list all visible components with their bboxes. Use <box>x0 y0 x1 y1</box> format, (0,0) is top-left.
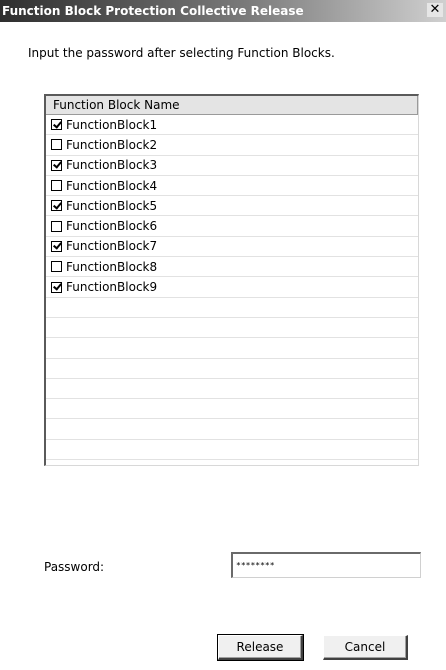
list-item[interactable]: FunctionBlock3 <box>46 156 418 176</box>
checkbox-unchecked[interactable] <box>51 220 62 232</box>
list-item[interactable]: FunctionBlock6 <box>46 216 418 237</box>
list-item[interactable]: FunctionBlock5 <box>46 196 418 217</box>
list-item-label: FunctionBlock5 <box>66 198 158 213</box>
checkbox-unchecked[interactable] <box>51 139 62 151</box>
empty-row <box>46 338 418 359</box>
list-item[interactable]: FunctionBlock2 <box>46 135 418 156</box>
checkbox-checked[interactable] <box>51 119 62 131</box>
list-item-label: FunctionBlock4 <box>66 178 158 193</box>
checkbox-checked[interactable] <box>51 281 62 293</box>
empty-row <box>46 440 418 461</box>
list-item[interactable]: FunctionBlock4 <box>46 176 418 197</box>
title-bar[interactable]: Function Block Protection Collective Rel… <box>0 0 446 22</box>
checkbox-checked[interactable] <box>51 159 62 171</box>
list-item[interactable]: FunctionBlock8 <box>46 257 418 278</box>
list-item-label: FunctionBlock6 <box>66 219 158 234</box>
checkbox-unchecked[interactable] <box>51 180 62 192</box>
list-item-label: FunctionBlock1 <box>66 117 158 132</box>
empty-row <box>46 359 418 379</box>
checkbox-checked[interactable] <box>51 200 62 212</box>
list-item[interactable]: FunctionBlock1 <box>46 115 418 136</box>
list-item-label: FunctionBlock9 <box>66 280 158 295</box>
column-header-function-block-name[interactable]: Function Block Name <box>46 96 418 115</box>
empty-row <box>46 419 418 440</box>
instruction-text: Input the password after selecting Funct… <box>28 46 335 60</box>
password-label: Password: <box>44 560 105 574</box>
list-item[interactable]: FunctionBlock9 <box>46 277 418 298</box>
list-item-label: FunctionBlock7 <box>66 239 158 254</box>
release-button[interactable]: Release <box>217 634 304 661</box>
window-title: Function Block Protection Collective Rel… <box>2 4 304 18</box>
list-rows: FunctionBlock1 FunctionBlock2 FunctionBloc… <box>46 115 418 461</box>
checkbox-checked[interactable] <box>51 240 62 252</box>
close-icon[interactable]: ✕ <box>427 3 443 17</box>
list-item[interactable]: FunctionBlock7 <box>46 237 418 258</box>
empty-row <box>46 399 418 420</box>
list-item-label: FunctionBlock2 <box>66 137 158 152</box>
cancel-button[interactable]: Cancel <box>323 635 408 660</box>
function-block-list[interactable]: Function Block Name FunctionBlock1 Functi… <box>44 94 419 466</box>
list-item-label: FunctionBlock3 <box>66 158 158 173</box>
checkbox-unchecked[interactable] <box>51 261 62 273</box>
list-item-label: FunctionBlock8 <box>66 259 158 274</box>
empty-row <box>46 379 418 400</box>
empty-row <box>46 318 418 339</box>
release-dialog: Function Block Protection Collective Rel… <box>0 0 446 670</box>
empty-row <box>46 298 418 318</box>
password-field[interactable] <box>231 552 421 578</box>
